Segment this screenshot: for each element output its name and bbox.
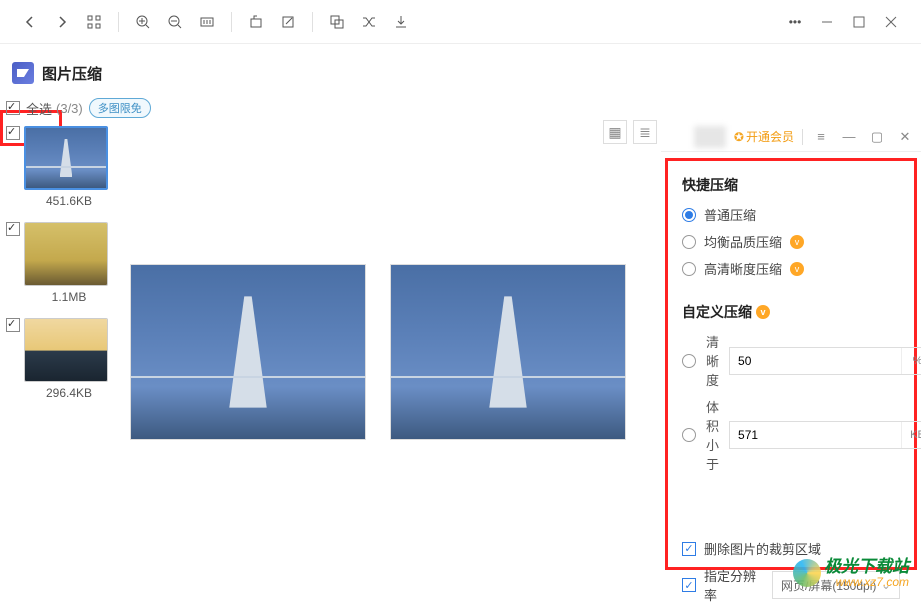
grid-button[interactable] (80, 8, 108, 36)
menu-icon[interactable]: ≡ (811, 127, 831, 147)
thumb-item[interactable]: 296.4KB (6, 318, 114, 410)
right-panel: ✪开通会员 ≡ — ▢ ✕ 快捷压缩 普通压缩 均衡品质压缩 v 高清晰度压缩 … (661, 122, 921, 585)
zoom-in-button[interactable] (129, 8, 157, 36)
view-grid-icon[interactable]: ▦ (603, 120, 627, 144)
thumb-item[interactable]: 1.1MB (6, 222, 114, 314)
vip-badge-icon: v (790, 262, 804, 276)
preview-area: ▦ ≣ (120, 122, 661, 585)
quick-compress-title: 快捷压缩 (682, 175, 900, 195)
panel-minimize[interactable]: — (839, 127, 859, 147)
checkbox-icon: ✓ (682, 578, 696, 592)
panel-maximize[interactable]: ▢ (867, 127, 887, 147)
right-header: ✪开通会员 ≡ — ▢ ✕ (661, 122, 921, 152)
vip-badge-icon: v (756, 305, 770, 319)
clarity-unit: % (901, 348, 921, 374)
view-list-icon[interactable]: ≣ (633, 120, 657, 144)
forward-button[interactable] (48, 8, 76, 36)
size-unit: KB (901, 422, 921, 448)
clarity-input[interactable] (730, 348, 901, 374)
multi-free-tag: 多图限免 (89, 98, 151, 118)
thumb-item[interactable]: 451.6KB (6, 126, 114, 218)
custom-size-row[interactable]: 体积小于 KB (682, 397, 900, 473)
thumb-checkbox[interactable] (6, 126, 20, 140)
thumb-image[interactable] (24, 126, 108, 190)
thumb-image[interactable] (24, 318, 108, 382)
more-button[interactable]: ••• (781, 8, 809, 36)
download-button[interactable] (387, 8, 415, 36)
panel-close[interactable]: ✕ (895, 127, 915, 147)
thumb-size-label: 1.1MB (24, 290, 114, 304)
preview-original (130, 264, 366, 440)
preview-compressed (390, 264, 626, 440)
radio-icon (682, 235, 696, 249)
radio-icon (682, 354, 696, 368)
top-toolbar: ••• (0, 0, 921, 44)
back-button[interactable] (16, 8, 44, 36)
select-row: 全选 (3/3) 多图限免 (0, 94, 921, 122)
thumb-image[interactable] (24, 222, 108, 286)
select-all-checkbox[interactable] (6, 101, 20, 115)
title-row: 图片压缩 (0, 44, 921, 94)
zoom-out-button[interactable] (161, 8, 189, 36)
select-all-label: 全选 (3/3) (26, 99, 83, 118)
minimize-button[interactable] (813, 8, 841, 36)
edit-button[interactable] (274, 8, 302, 36)
thumbnail-list: 451.6KB 1.1MB 296.4KB (0, 122, 120, 585)
maximize-button[interactable] (845, 8, 873, 36)
user-avatar[interactable] (694, 126, 726, 148)
watermark: 极光下载站 www.xz7.com (812, 548, 921, 593)
custom-compress-title: 自定义压缩 v (682, 302, 900, 322)
thumb-checkbox[interactable] (6, 318, 20, 332)
size-input[interactable] (730, 422, 901, 448)
vip-link[interactable]: ✪开通会员 (734, 128, 794, 145)
app-icon (12, 62, 34, 84)
thumb-checkbox[interactable] (6, 222, 20, 236)
radio-icon (682, 428, 696, 442)
resize-button[interactable] (323, 8, 351, 36)
actual-size-button[interactable] (193, 8, 221, 36)
radio-icon (682, 208, 696, 222)
radio-normal-compress[interactable]: 普通压缩 (682, 205, 900, 224)
custom-clarity-row[interactable]: 清晰度 % (682, 332, 900, 389)
checkbox-icon: ✓ (682, 542, 696, 556)
radio-hd-compress[interactable]: 高清晰度压缩 v (682, 259, 900, 278)
vip-badge-icon: v (790, 235, 804, 249)
close-button[interactable] (877, 8, 905, 36)
thumb-size-label: 296.4KB (24, 386, 114, 400)
shuffle-button[interactable] (355, 8, 383, 36)
thumb-size-label: 451.6KB (24, 194, 114, 208)
settings-panel: 快捷压缩 普通压缩 均衡品质压缩 v 高清晰度压缩 v 自定义压缩 v (665, 158, 917, 570)
radio-icon (682, 262, 696, 276)
rotate-button[interactable] (242, 8, 270, 36)
page-title: 图片压缩 (42, 63, 102, 84)
radio-balanced-compress[interactable]: 均衡品质压缩 v (682, 232, 900, 251)
